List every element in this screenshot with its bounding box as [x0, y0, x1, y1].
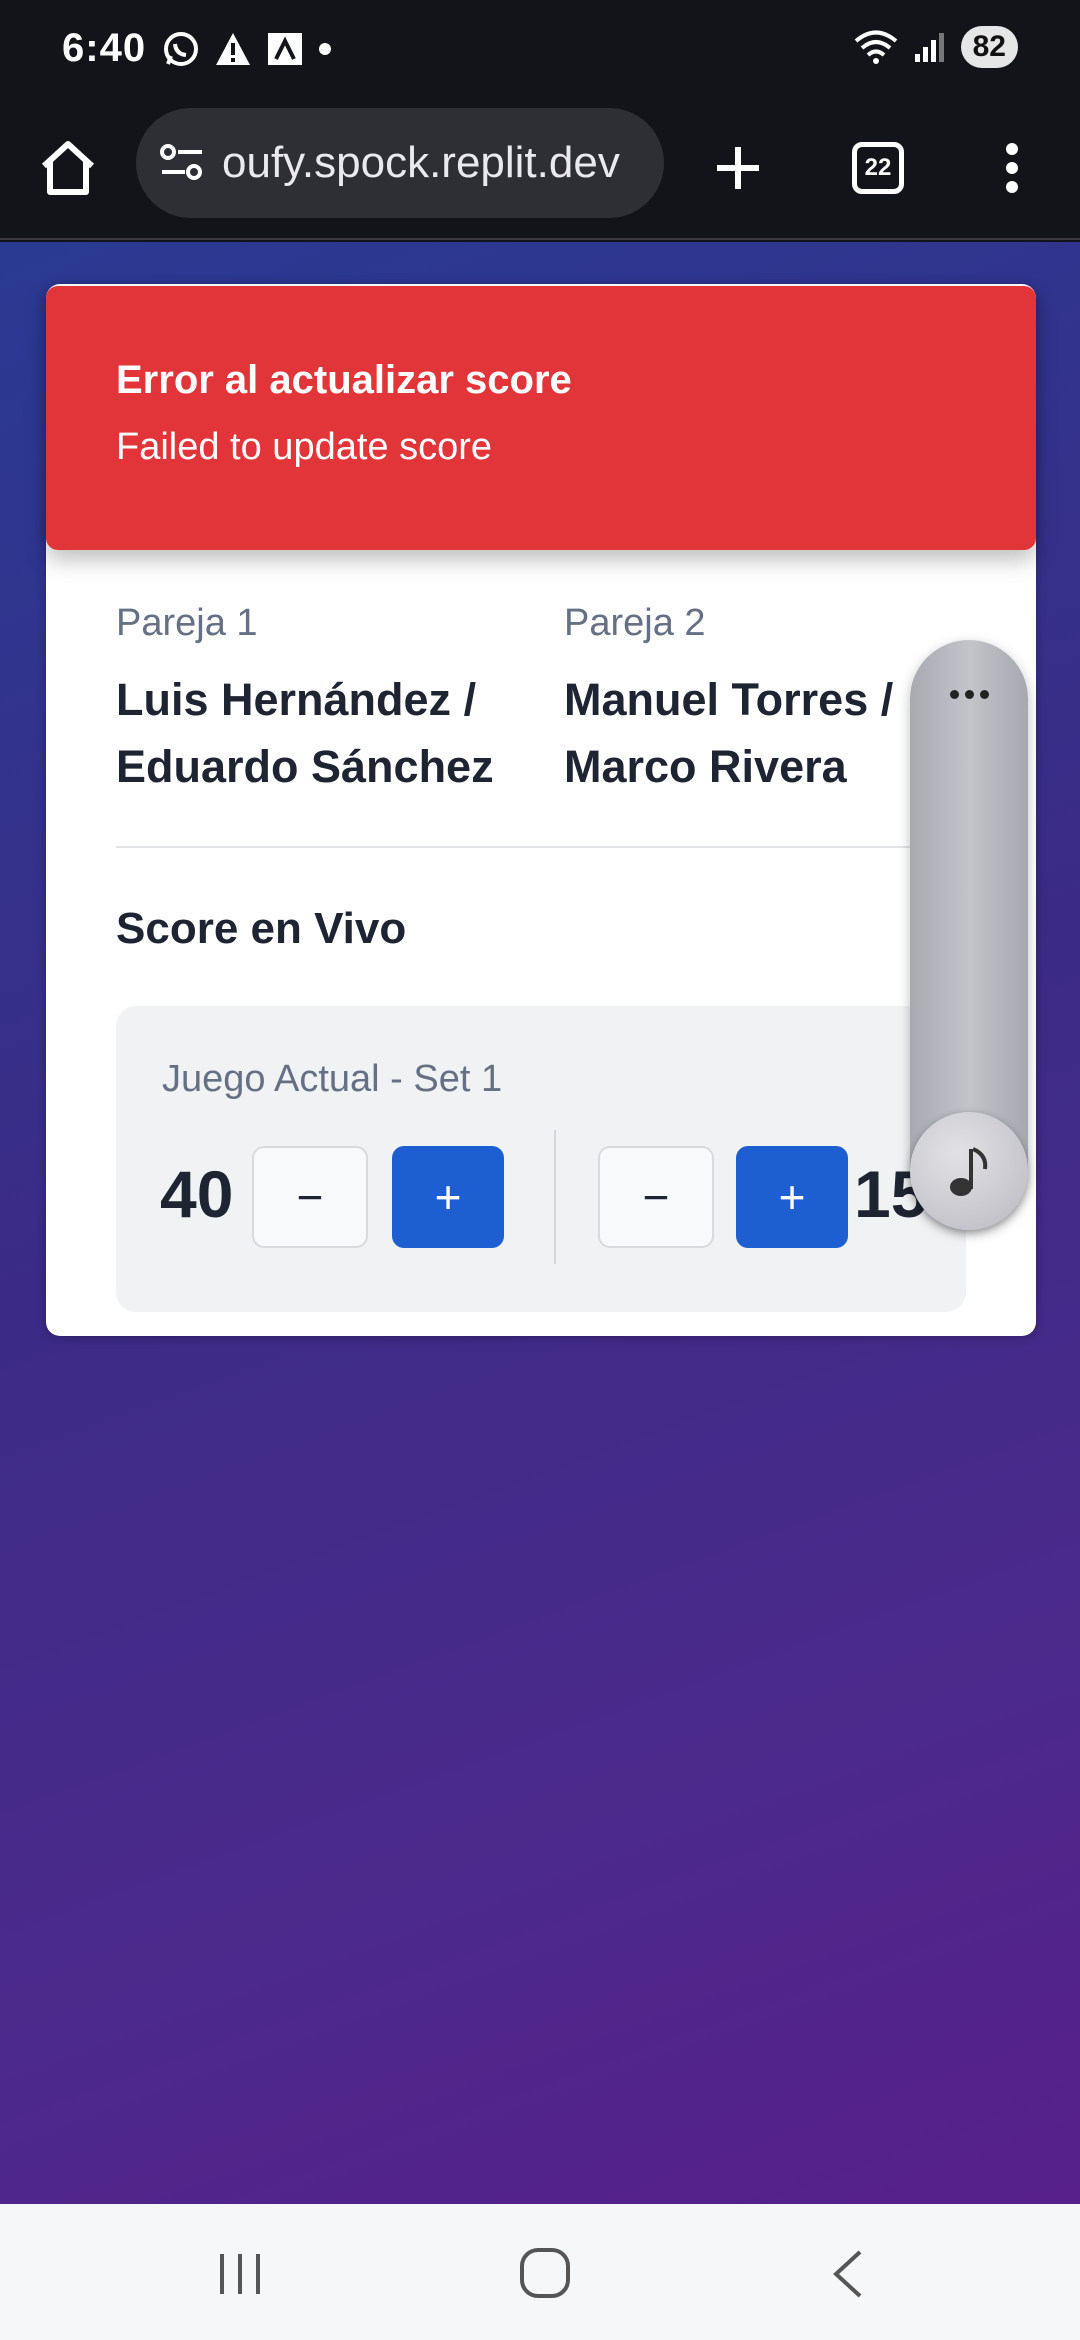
new-tab-button[interactable] — [700, 130, 776, 206]
warning-icon — [216, 33, 250, 65]
minus-icon: − — [296, 1171, 324, 1223]
score-separator — [554, 1130, 556, 1264]
autofill-icon — [268, 33, 302, 65]
recent-apps-button[interactable] — [210, 2244, 270, 2304]
plus-icon: + — [778, 1171, 806, 1223]
url-text: oufy.spock.replit.dev — [222, 138, 620, 187]
current-game-label: Juego Actual - Set 1 — [162, 1058, 503, 1100]
system-navigation-bar — [0, 2204, 1080, 2340]
music-note-icon — [950, 1147, 988, 1196]
music-button[interactable] — [910, 1112, 1028, 1230]
recents-icon — [220, 2254, 260, 2294]
pair1-names: Luis Hernández / Eduardo Sánchez — [116, 666, 494, 800]
pair2-decrement-button[interactable]: − — [598, 1146, 714, 1248]
battery-indicator: 82 — [960, 26, 1018, 68]
system-icons: 82 — [853, 26, 1018, 68]
error-toast[interactable]: Error al actualizar score Failed to upda… — [46, 286, 1036, 550]
score-section-title: Score en Vivo — [116, 904, 407, 953]
address-bar[interactable]: oufy.spock.replit.dev — [136, 108, 664, 218]
tab-switcher-button[interactable]: 22 — [840, 130, 916, 206]
status-time: 6:40 — [62, 26, 147, 70]
pair2-player1: Manuel Torres / — [564, 674, 894, 725]
page-content: Pareja 1 Luis Hernández / Eduardo Sánche… — [0, 242, 1080, 2204]
pair2-names: Manuel Torres / Marco Rivera — [564, 666, 893, 800]
pair1-player2: Eduardo Sánchez — [116, 741, 494, 792]
signal-icon — [914, 33, 944, 62]
pair1-points: 40 — [160, 1157, 234, 1231]
wifi-icon — [854, 30, 897, 64]
more-vert-icon — [1006, 143, 1018, 193]
floating-side-panel[interactable] — [910, 640, 1028, 1230]
divider — [116, 846, 996, 848]
pair2-increment-button[interactable]: + — [736, 1146, 848, 1248]
pair1-decrement-button[interactable]: − — [252, 1146, 368, 1248]
pair1-player1: Luis Hernández / — [116, 674, 477, 725]
whatsapp-icon — [164, 32, 198, 66]
back-nav-button[interactable] — [820, 2244, 880, 2304]
back-icon — [833, 2250, 862, 2298]
dot-icon — [319, 43, 331, 55]
notification-icons — [162, 30, 332, 68]
status-bar: 6:40 82 — [0, 0, 1080, 100]
home-button[interactable] — [30, 130, 106, 206]
browser-toolbar: oufy.spock.replit.dev 22 — [0, 100, 1080, 240]
plus-icon — [717, 147, 759, 189]
home-nav-button[interactable] — [514, 2242, 576, 2304]
plus-icon: + — [434, 1171, 462, 1223]
pair1-label: Pareja 1 — [116, 602, 258, 644]
toast-message: Failed to update score — [116, 426, 493, 468]
pair2-player2: Marco Rivera — [564, 741, 847, 792]
pair1-increment-button[interactable]: + — [392, 1146, 504, 1248]
pair2-label: Pareja 2 — [564, 602, 706, 644]
home-icon — [41, 141, 95, 195]
tab-count: 22 — [852, 142, 904, 194]
toast-title: Error al actualizar score — [116, 358, 572, 402]
more-icon[interactable] — [910, 690, 1028, 699]
minus-icon: − — [642, 1171, 670, 1223]
site-settings-icon — [160, 144, 202, 180]
home-circle-icon — [520, 2248, 570, 2298]
live-score-panel: Juego Actual - Set 1 40 − + − + 15 — [116, 1006, 966, 1312]
browser-menu-button[interactable] — [974, 130, 1050, 206]
